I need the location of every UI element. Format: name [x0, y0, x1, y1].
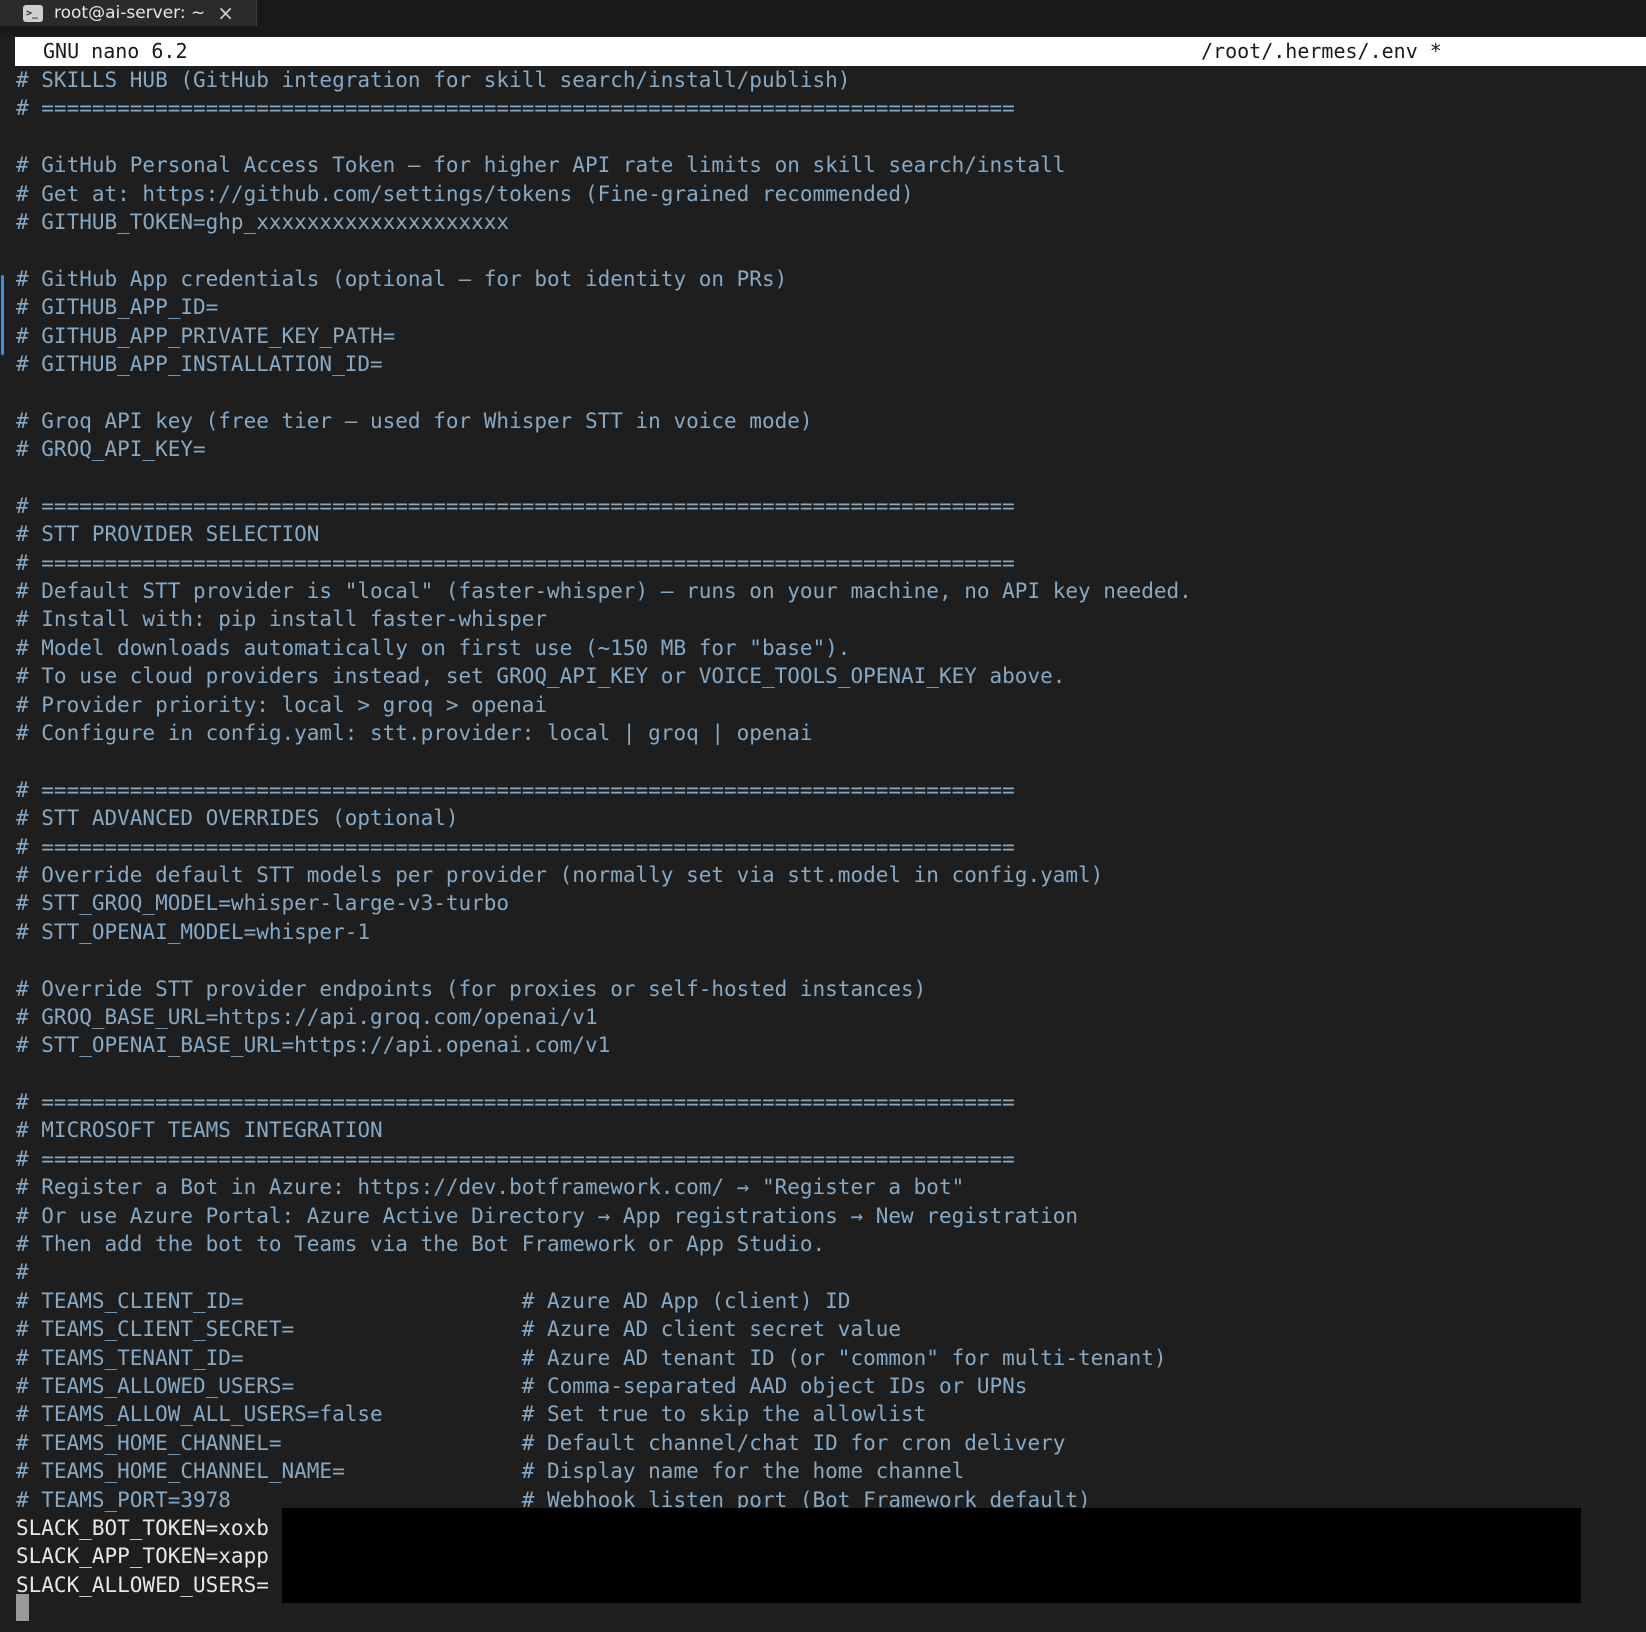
editor-line: # Install with: pip install faster-whisp…: [16, 607, 548, 632]
editor-line: # SKILLS HUB (GitHub integration for ski…: [16, 68, 851, 92]
terminal-icon: >_: [23, 4, 43, 22]
editor-line: # Override STT provider endpoints (for p…: [16, 976, 927, 1001]
close-icon[interactable]: ×: [217, 3, 234, 23]
tab-bar: >_ root@ai-server: ~ ×: [0, 0, 1646, 36]
editor-line: # STT_OPENAI_MODEL=whisper-1: [16, 919, 371, 944]
editor-line: # STT ADVANCED OVERRIDES (optional): [16, 806, 459, 831]
nano-version: GNU nano 6.2: [43, 39, 188, 63]
editor-line: # GITHUB_APP_ID=: [16, 295, 219, 320]
editor-line: # ======================================…: [16, 1090, 1015, 1115]
editor-line: # Then add the bot to Teams via the Bot …: [16, 1232, 826, 1257]
editor-line: # Groq API key (free tier — used for Whi…: [16, 408, 813, 433]
text-cursor: [16, 1594, 29, 1621]
editor-line: # TEAMS_CLIENT_SECRET= # Azure AD client…: [16, 1317, 902, 1342]
editor-line: # STT_OPENAI_BASE_URL=https://api.openai…: [16, 1033, 611, 1058]
editor-line: # TEAMS_ALLOWED_USERS= # Comma-separated…: [16, 1373, 1028, 1398]
nano-title-bar: GNU nano 6.2 /root/.hermes/.env *: [15, 37, 1646, 66]
editor-line: # Default STT provider is "local" (faste…: [16, 579, 1192, 604]
editor-line: # STT_GROQ_MODEL=whisper-large-v3-turbo: [16, 891, 510, 916]
editor-buffer[interactable]: # SKILLS HUB (GitHub integration for ski…: [16, 66, 1646, 1599]
editor-line: # GROQ_API_KEY=: [16, 437, 206, 462]
editor-line: # To use cloud providers instead, set GR…: [16, 664, 1066, 689]
editor-line: # GITHUB_APP_INSTALLATION_ID=: [16, 351, 383, 376]
editor-line: # ======================================…: [16, 834, 1015, 859]
editor-line: # ======================================…: [16, 493, 1015, 518]
editor-line: #: [16, 1260, 29, 1285]
editor-line: # TEAMS_HOME_CHANNEL_NAME= # Display nam…: [16, 1459, 965, 1484]
editor-line: # GITHUB_TOKEN=ghp_xxxxxxxxxxxxxxxxxxxx: [16, 209, 510, 234]
editor-line: # ======================================…: [16, 777, 1015, 802]
editor-line: # Model downloads automatically on first…: [16, 635, 851, 660]
editor-line: # GitHub Personal Access Token — for hig…: [16, 153, 1066, 178]
editor-line: # GitHub App credentials (optional — for…: [16, 266, 788, 291]
editor-line: # MICROSOFT TEAMS INTEGRATION: [16, 1118, 383, 1143]
editor-line: # ======================================…: [16, 1146, 1015, 1171]
editor-line: # Or use Azure Portal: Azure Active Dire…: [16, 1203, 1079, 1228]
scroll-marker: [1, 275, 4, 355]
editor-line: # Provider priority: local > groq > open…: [16, 692, 548, 717]
editor-line: # STT PROVIDER SELECTION: [16, 522, 320, 547]
editor-line: # Get at: https://github.com/settings/to…: [16, 181, 914, 206]
editor-line: # GROQ_BASE_URL=https://api.groq.com/ope…: [16, 1004, 598, 1029]
tab-title: root@ai-server: ~: [54, 3, 206, 23]
editor-line: # TEAMS_TENANT_ID= # Azure AD tenant ID …: [16, 1345, 1167, 1370]
editor-line: # TEAMS_ALLOW_ALL_USERS=false # Set true…: [16, 1402, 927, 1427]
editor-line: # Register a Bot in Azure: https://dev.b…: [16, 1175, 965, 1200]
editor-line: # ======================================…: [16, 96, 1015, 121]
editor-line: # ======================================…: [16, 550, 1015, 575]
redaction-box: [282, 1508, 1581, 1603]
nano-filename: /root/.hermes/.env *: [1201, 39, 1442, 63]
editor-line: # Override default STT models per provid…: [16, 862, 1104, 887]
editor-line: # TEAMS_HOME_CHANNEL= # Default channel/…: [16, 1430, 1066, 1455]
editor-line: # TEAMS_CLIENT_ID= # Azure AD App (clien…: [16, 1288, 851, 1313]
editor-line: # GITHUB_APP_PRIVATE_KEY_PATH=: [16, 323, 396, 348]
editor-line: # Configure in config.yaml: stt.provider…: [16, 720, 813, 745]
terminal-tab[interactable]: >_ root@ai-server: ~ ×: [0, 0, 257, 26]
